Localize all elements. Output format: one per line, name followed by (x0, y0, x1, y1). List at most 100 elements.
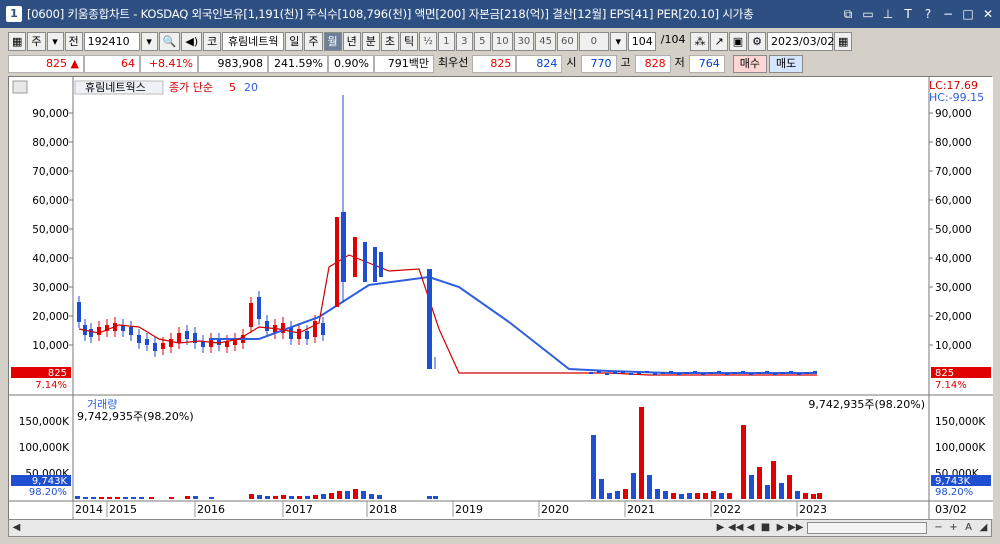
stock-code-input[interactable]: 192410 (83, 31, 140, 51)
scroll-thumb[interactable] (807, 522, 927, 534)
period-minute[interactable]: 분 (361, 31, 380, 51)
expand-icon[interactable]: ◢ (976, 521, 991, 535)
window-number-icon: 1 (6, 6, 22, 22)
chart-type-button[interactable]: 주 (27, 31, 46, 51)
candle (701, 373, 705, 375)
date-input[interactable]: 2023/03/02 (766, 31, 834, 51)
period-week[interactable]: 주 (304, 31, 323, 51)
volume-bar (265, 496, 270, 499)
period-month[interactable]: 월 (323, 31, 342, 51)
volume-bar (337, 491, 342, 499)
stock-button[interactable]: 코 (203, 31, 222, 51)
close-icon[interactable]: ✕ (980, 6, 996, 22)
code-dropdown-icon[interactable]: ▾ (140, 31, 158, 51)
maximize-icon[interactable]: □ (960, 6, 976, 22)
volume-bar (273, 496, 278, 499)
stop-icon[interactable]: ■ (758, 521, 773, 535)
interval-10[interactable]: 10 (491, 31, 513, 51)
scroll-left-icon[interactable]: ◀ (9, 521, 24, 535)
candle (693, 371, 697, 373)
menu-grid-icon[interactable]: ▦ (8, 31, 27, 51)
volume-bar (687, 493, 692, 499)
minus-icon[interactable]: − (931, 521, 946, 535)
scroll-right-icon[interactable]: ▶ (713, 521, 728, 535)
text-icon[interactable]: T (900, 6, 916, 22)
year-label: 2016 (197, 503, 225, 516)
prev-button[interactable]: 전 (64, 31, 83, 51)
volume-bar (811, 494, 816, 499)
volume-bar (321, 494, 326, 499)
count-input[interactable]: 104 (627, 31, 656, 51)
volume-bar (361, 491, 366, 499)
period-second[interactable]: 초 (380, 31, 399, 51)
candle-peak (341, 212, 346, 282)
volume-bar (185, 496, 190, 499)
interval-60[interactable]: 60 (557, 31, 578, 51)
volume-bar (123, 497, 128, 499)
volume-bar (765, 485, 770, 499)
chart-scrollbar[interactable]: ◀ ▶ ◀◀ ◀ ■ ▶ ▶▶ − + A ◢ (8, 519, 992, 537)
plus-icon[interactable]: + (946, 521, 961, 535)
best-label: 최우선 (438, 56, 469, 69)
candle (717, 371, 721, 373)
trend-icon[interactable]: ↗ (710, 31, 728, 51)
chart-area[interactable]: 휴림네트웍스 종가 단순 5 20 LC:17.69 HC:-99.15 90,… (8, 76, 993, 524)
volume-bar (313, 495, 318, 499)
interval-dropdown[interactable]: 0 (578, 31, 609, 51)
candle (637, 372, 641, 374)
period-day[interactable]: 일 (285, 31, 304, 51)
interval-45[interactable]: 45 (535, 31, 557, 51)
minimize-icon[interactable]: − (940, 6, 956, 22)
sell-button[interactable]: 매도 (769, 55, 804, 73)
chevron-down-icon[interactable]: ▾ (46, 31, 64, 51)
restore-icon[interactable]: ▭ (860, 6, 876, 22)
price-chart[interactable]: 휴림네트웍스 종가 단순 5 20 LC:17.69 HC:-99.15 90,… (9, 77, 993, 519)
candle (305, 331, 309, 339)
candle (161, 343, 165, 349)
text-size-icon[interactable]: A (961, 521, 976, 535)
interval-5[interactable]: 5 (473, 31, 491, 51)
pin-icon[interactable]: ⊥ (880, 6, 896, 22)
volume-bar (209, 497, 214, 499)
candle (725, 373, 729, 375)
calendar-icon[interactable]: ▦ (833, 31, 853, 51)
candle (677, 373, 681, 375)
count-total: /104 (660, 33, 686, 46)
candle (257, 297, 261, 319)
volume-bar (803, 493, 808, 499)
candle (653, 373, 657, 375)
group-icon[interactable]: ⁂ (690, 31, 710, 51)
play-icon[interactable]: ▶ (773, 521, 788, 535)
fraction-button[interactable]: ½ (419, 31, 437, 51)
price-tick-right: 60,000 (935, 195, 972, 207)
scroll-track[interactable] (24, 521, 713, 535)
save-icon[interactable]: ▣ (728, 31, 748, 51)
volume-bar (193, 496, 198, 499)
volume-bar (663, 491, 668, 499)
price-tick-right: 70,000 (935, 166, 972, 178)
volume-bar (741, 425, 746, 499)
year-label: 2018 (369, 503, 397, 516)
volume-bar (305, 496, 310, 499)
volume-tick-right: 150,000K (935, 416, 986, 428)
link-icon[interactable]: ⧉ (840, 6, 856, 22)
buy-button[interactable]: 매수 (732, 55, 767, 73)
interval-3[interactable]: 3 (455, 31, 473, 51)
price-tick-left: 20,000 (32, 311, 69, 323)
current-price-left: 825 (48, 368, 67, 379)
volume-bar (671, 493, 676, 499)
period-year[interactable]: 년 (342, 31, 361, 51)
back-icon[interactable]: ◀ (743, 521, 758, 535)
dropdown-chevron-icon[interactable]: ▾ (609, 31, 627, 51)
gear-icon[interactable]: ⚙ (748, 31, 766, 51)
speaker-icon[interactable]: ◀) (181, 31, 203, 51)
period-tick[interactable]: 틱 (400, 31, 419, 51)
rewind-icon[interactable]: ◀◀ (728, 521, 743, 535)
interval-1[interactable]: 1 (437, 31, 455, 51)
search-icon[interactable]: 🔍 (158, 31, 181, 51)
best-ask: 825 (472, 55, 517, 73)
candle (153, 343, 157, 351)
help-icon[interactable]: ? (920, 6, 936, 22)
interval-30[interactable]: 30 (513, 31, 535, 51)
forward-icon[interactable]: ▶▶ (788, 521, 803, 535)
